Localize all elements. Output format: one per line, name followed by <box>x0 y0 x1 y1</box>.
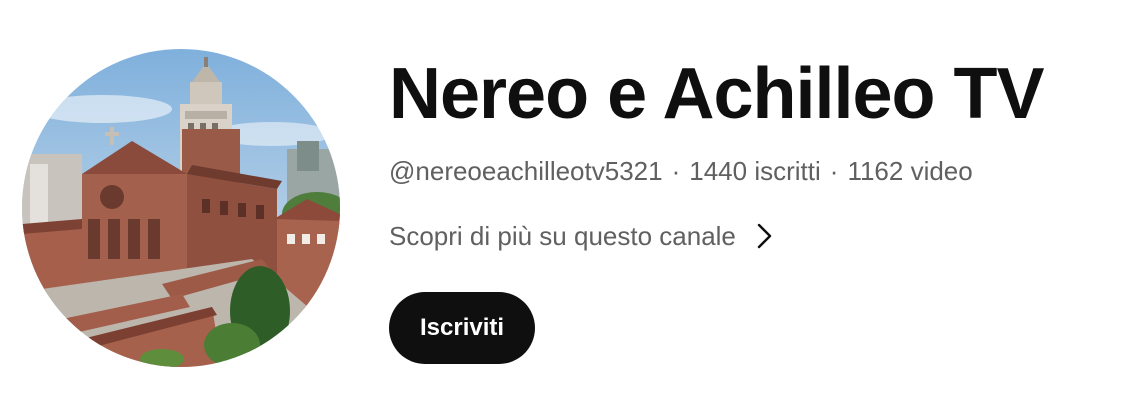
about-channel-label: Scopri di più su questo canale <box>389 221 736 251</box>
about-channel-link[interactable]: Scopri di più su questo canale <box>389 219 774 253</box>
channel-header: Nereo e Achilleo TV @nereoeachilleotv532… <box>0 0 1132 414</box>
channel-meta: @nereoeachilleotv5321 · 1440 iscritti · 1162… <box>389 155 973 187</box>
subscribe-button[interactable]: Iscriviti <box>389 292 536 364</box>
channel-handle[interactable]: @nereoeachilleotv5321 <box>389 156 663 186</box>
meta-separator: · <box>671 156 681 186</box>
meta-separator: · <box>829 156 839 186</box>
church-photo-avatar <box>22 49 340 367</box>
chevron-right-icon <box>757 223 772 249</box>
video-count: 1162 video <box>847 156 973 186</box>
channel-avatar[interactable] <box>22 49 340 367</box>
subscriber-count: 1440 iscritti <box>689 156 821 186</box>
channel-title: Nereo e Achilleo TV <box>389 54 1045 134</box>
